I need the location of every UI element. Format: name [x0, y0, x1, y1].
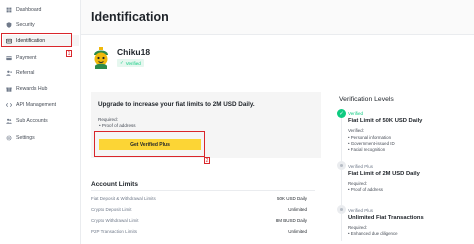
level-limit: Fiat Limit of 50K USD Daily: [348, 118, 423, 124]
sidebar-item-rewards-hub[interactable]: Rewards Hub: [3, 83, 79, 94]
sidebar-item-label: API Management: [16, 101, 57, 108]
check-icon: ✓: [120, 60, 124, 65]
sidebar-item-dashboard[interactable]: Dashboard: [3, 4, 79, 15]
verified-badge: ✓ Verified: [117, 59, 144, 67]
level-item: • Government-issued ID: [348, 141, 395, 146]
level-label: Verified:: [348, 128, 364, 133]
level-status: Verified Plus: [348, 164, 374, 169]
timeline-line: [341, 116, 342, 241]
highlight-box-button: [94, 131, 205, 157]
level-item: • Facial recognition: [348, 147, 386, 152]
shield-icon: [5, 21, 12, 28]
avatar: [88, 44, 114, 70]
sidebar-item-label: Settings: [16, 134, 35, 141]
sidebar-item-api-management[interactable]: API Management: [3, 99, 79, 110]
sidebar-item-label: Dashboard: [16, 6, 42, 13]
divider: [91, 190, 315, 191]
gift-icon: [5, 85, 12, 92]
check-circle-icon: ✓: [337, 109, 346, 118]
level-item: • Personal information: [348, 135, 392, 140]
level-limit: Fiat Limit of 2M USD Daily: [348, 171, 420, 177]
sidebar-item-label: Payment: [16, 54, 37, 61]
sidebar-item-label: Security: [16, 21, 35, 28]
level-status: Verified Plus: [348, 208, 374, 213]
limit-row: Crypto Withdrawal Limit 8M BUSD Daily: [91, 216, 307, 224]
pending-circle-icon: [337, 161, 346, 170]
required-item: • Proof of address: [99, 123, 136, 128]
sidebar-item-settings[interactable]: Settings: [3, 132, 79, 143]
level-limit: Unlimited Fiat Transactions: [348, 215, 424, 221]
limit-value: 50K USD Daily: [276, 195, 307, 201]
level-item: • Proof of address: [348, 187, 383, 192]
level-item: • Enhanced due diligence: [348, 231, 398, 236]
users-icon: [5, 117, 12, 124]
annotation-number-2: 2: [204, 157, 210, 164]
limit-name: Crypto Deposit Limit: [91, 206, 132, 212]
username: Chiku18: [117, 47, 151, 57]
page-header: Identification: [81, 0, 474, 35]
limit-row: Crypto Deposit Limit Unlimited: [91, 205, 307, 213]
level-status: Verified: [348, 111, 364, 116]
pending-circle-icon: [337, 205, 346, 214]
annotation-number-1: 1: [66, 50, 72, 57]
limit-row: P2P Transaction Limits Unlimited: [91, 227, 307, 235]
person-add-icon: [5, 69, 12, 76]
card-icon: [5, 54, 12, 61]
sidebar-item-label: Referral: [16, 69, 35, 76]
verified-badge-label: Verified: [125, 60, 141, 66]
limit-value: Unlimited: [288, 228, 307, 234]
level-label: Required:: [348, 181, 368, 186]
api-icon: [5, 101, 12, 108]
sidebar-item-label: Rewards Hub: [16, 85, 48, 92]
sidebar-item-sub-accounts[interactable]: Sub Accounts: [3, 115, 79, 126]
gear-icon: [5, 134, 12, 141]
account-limits-title: Account Limits: [91, 181, 138, 188]
required-label: Required:: [98, 117, 118, 122]
limit-row: Fiat Deposit & Withdrawal Limits 50K USD…: [91, 194, 307, 202]
page-title: Identification: [91, 10, 169, 24]
limit-name: P2P Transaction Limits: [91, 228, 137, 234]
highlight-box-identification: [1, 33, 72, 47]
verification-levels-title: Verification Levels: [339, 96, 394, 103]
sidebar-item-referral[interactable]: Referral: [3, 67, 79, 78]
limit-value: Unlimited: [288, 206, 307, 212]
level-label: Required:: [348, 225, 368, 230]
limit-value: 8M BUSD Daily: [275, 217, 307, 223]
sidebar-item-label: Sub Accounts: [16, 117, 48, 124]
limit-name: Fiat Deposit & Withdrawal Limits: [91, 195, 156, 201]
sidebar-item-security[interactable]: Security: [3, 19, 79, 30]
dashboard-icon: [5, 6, 12, 13]
limit-name: Crypto Withdrawal Limit: [91, 217, 139, 223]
upgrade-title: Upgrade to increase your fiat limits to …: [98, 101, 255, 108]
